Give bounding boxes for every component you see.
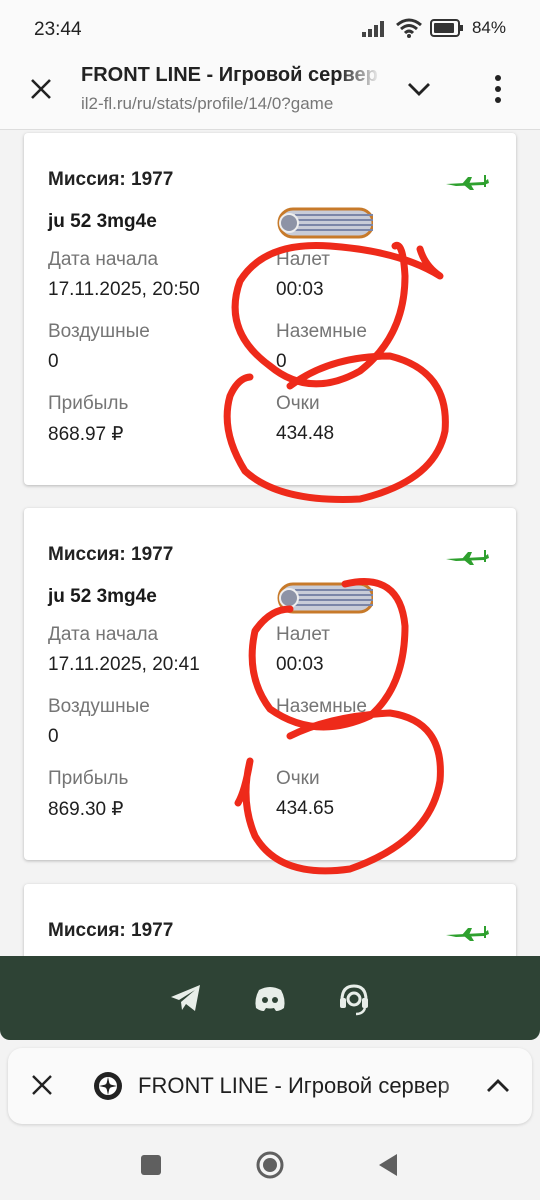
back-icon[interactable] — [373, 1150, 403, 1180]
score-label: Очки — [276, 393, 320, 414]
sortie-list[interactable]: Миссия: 1977 ju 52 3mg4e Дата начала 17.… — [0, 131, 540, 956]
sortie-card[interactable]: Миссия: 1977 — [24, 884, 516, 956]
chevron-down-icon[interactable] — [404, 74, 434, 104]
profit-label: Прибыль — [48, 768, 129, 789]
aircraft-name: ju 52 3mg4e — [48, 211, 157, 232]
tab-title-fade — [438, 1058, 478, 1114]
plane-icon — [446, 926, 489, 941]
ground-kills-value: 0 — [276, 351, 287, 372]
site-logo-icon — [94, 1072, 122, 1100]
social-bar — [0, 956, 540, 1040]
status-icons: 84% — [361, 18, 506, 38]
flight-time-label: Налет — [276, 249, 331, 270]
rank-ribbon-icon — [277, 207, 373, 239]
score-label: Очки — [276, 768, 320, 789]
air-kills-value: 0 — [48, 351, 59, 372]
chevron-up-icon[interactable] — [484, 1072, 512, 1100]
start-date-label: Дата начала — [48, 624, 159, 645]
sortie-card[interactable]: Миссия: 1977 ju 52 3mg4e Дата начала 17.… — [24, 133, 516, 485]
mission-title: Миссия: 1977 — [48, 920, 174, 941]
mission-title: Миссия: 1977 — [48, 544, 174, 565]
flight-time-value: 00:03 — [276, 654, 324, 675]
flight-time-label: Налет — [276, 624, 331, 645]
close-icon[interactable] — [28, 76, 54, 102]
status-time: 23:44 — [34, 19, 82, 40]
air-kills-label: Воздушные — [48, 696, 150, 717]
start-date-value: 17.11.2025, 20:50 — [48, 279, 200, 300]
profit-label: Прибыль — [48, 393, 129, 414]
air-kills-value: 0 — [48, 726, 59, 747]
rank-ribbon-icon — [277, 582, 373, 614]
plane-icon — [446, 550, 489, 565]
sortie-card[interactable]: Миссия: 1977 ju 52 3mg4e Дата начала 17.… — [24, 508, 516, 860]
browser-header: FRONT LINE - Игровой сервер il2-fl.ru/ru… — [0, 60, 540, 130]
battery-icon — [429, 19, 463, 37]
page-url[interactable]: il2-fl.ru/ru/stats/profile/14/0?game — [81, 94, 379, 114]
close-icon[interactable] — [31, 1074, 53, 1096]
score-value: 434.48 — [276, 423, 335, 444]
system-nav-bar — [0, 1130, 540, 1200]
status-bar: 23:44 84% — [0, 0, 540, 60]
signal-icon — [361, 21, 384, 37]
ground-kills-label: Наземные — [276, 321, 367, 342]
wifi-icon — [396, 18, 422, 38]
minimized-tab[interactable]: FRONT LINE - Игровой сервер — [8, 1048, 532, 1124]
battery-percent: 84% — [471, 18, 506, 37]
page-title: FRONT LINE - Игровой сервер — [81, 64, 378, 86]
home-icon[interactable] — [255, 1150, 285, 1180]
flight-time-value: 00:03 — [276, 279, 324, 300]
support-headset-icon[interactable] — [336, 980, 372, 1016]
recents-icon[interactable] — [136, 1150, 166, 1180]
start-date-label: Дата начала — [48, 249, 159, 270]
mission-title: Миссия: 1977 — [48, 169, 174, 190]
score-value: 434.65 — [276, 798, 335, 819]
air-kills-label: Воздушные — [48, 321, 150, 342]
plane-icon — [446, 175, 489, 190]
profit-value: 869.30 ₽ — [48, 799, 124, 820]
aircraft-name: ju 52 3mg4e — [48, 586, 157, 607]
telegram-icon[interactable] — [168, 980, 204, 1016]
ground-kills-label: Наземные — [276, 696, 367, 717]
profit-value: 868.97 ₽ — [48, 424, 124, 445]
more-vert-icon[interactable] — [488, 72, 508, 106]
tab-title: FRONT LINE - Игровой сервер — [138, 1073, 450, 1098]
title-fade — [339, 60, 381, 122]
start-date-value: 17.11.2025, 20:41 — [48, 654, 200, 675]
discord-icon[interactable] — [252, 980, 288, 1016]
